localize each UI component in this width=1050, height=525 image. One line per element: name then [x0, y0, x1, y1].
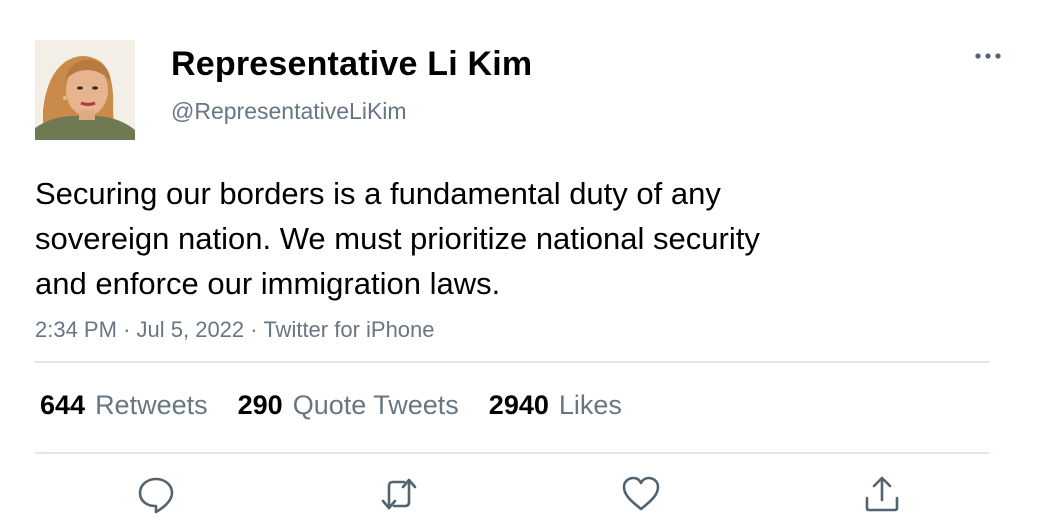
- meta-separator: ·: [123, 317, 131, 342]
- likes-count: 2940: [488, 390, 549, 420]
- tweet-actions: [0, 474, 1050, 514]
- divider: [35, 452, 989, 454]
- avatar[interactable]: [35, 40, 135, 140]
- reply-button[interactable]: [136, 474, 176, 514]
- share-button[interactable]: [862, 474, 902, 514]
- likes-stat[interactable]: 2940 Likes: [489, 388, 622, 422]
- retweets-count: 644: [40, 390, 86, 420]
- retweets-label: Retweets: [95, 390, 208, 420]
- retweets-stat[interactable]: 644 Retweets: [40, 388, 208, 422]
- tweet-text-line: Securing our borders is a fundamental du…: [35, 176, 721, 211]
- tweet-source[interactable]: Twitter for iPhone: [263, 317, 434, 342]
- tweet-time[interactable]: 2:34 PM: [35, 317, 117, 342]
- retweet-button[interactable]: [379, 474, 419, 514]
- meta-separator: ·: [250, 317, 258, 342]
- tweet-date[interactable]: Jul 5, 2022: [137, 317, 245, 342]
- more-horizontal-icon: [975, 53, 1001, 59]
- display-name[interactable]: Representative Li Kim: [171, 42, 532, 86]
- tweet-text-line: and enforce our immigration laws.: [35, 266, 501, 301]
- more-options-button[interactable]: [968, 42, 1008, 70]
- heart-icon: [622, 476, 660, 511]
- like-button[interactable]: [621, 474, 661, 514]
- quote-tweets-count: 290: [237, 390, 283, 420]
- avatar-image: [35, 40, 135, 140]
- reply-icon: [138, 477, 174, 514]
- tweet-text-line: sovereign nation. We must prioritize nat…: [35, 221, 760, 256]
- user-handle[interactable]: @RepresentativeLiKim: [171, 96, 407, 126]
- share-icon: [865, 476, 899, 512]
- quote-tweets-stat[interactable]: 290 Quote Tweets: [238, 388, 459, 422]
- tweet-meta: 2:34 PM · Jul 5, 2022 · Twitter for iPho…: [35, 315, 435, 345]
- retweet-icon: [381, 478, 417, 510]
- tweet-stats: 644 Retweets 290 Quote Tweets 2940 Likes: [40, 388, 622, 422]
- likes-label: Likes: [558, 390, 622, 420]
- quote-tweets-label: Quote Tweets: [292, 390, 459, 420]
- divider: [35, 361, 989, 363]
- tweet-text: Securing our borders is a fundamental du…: [35, 171, 915, 306]
